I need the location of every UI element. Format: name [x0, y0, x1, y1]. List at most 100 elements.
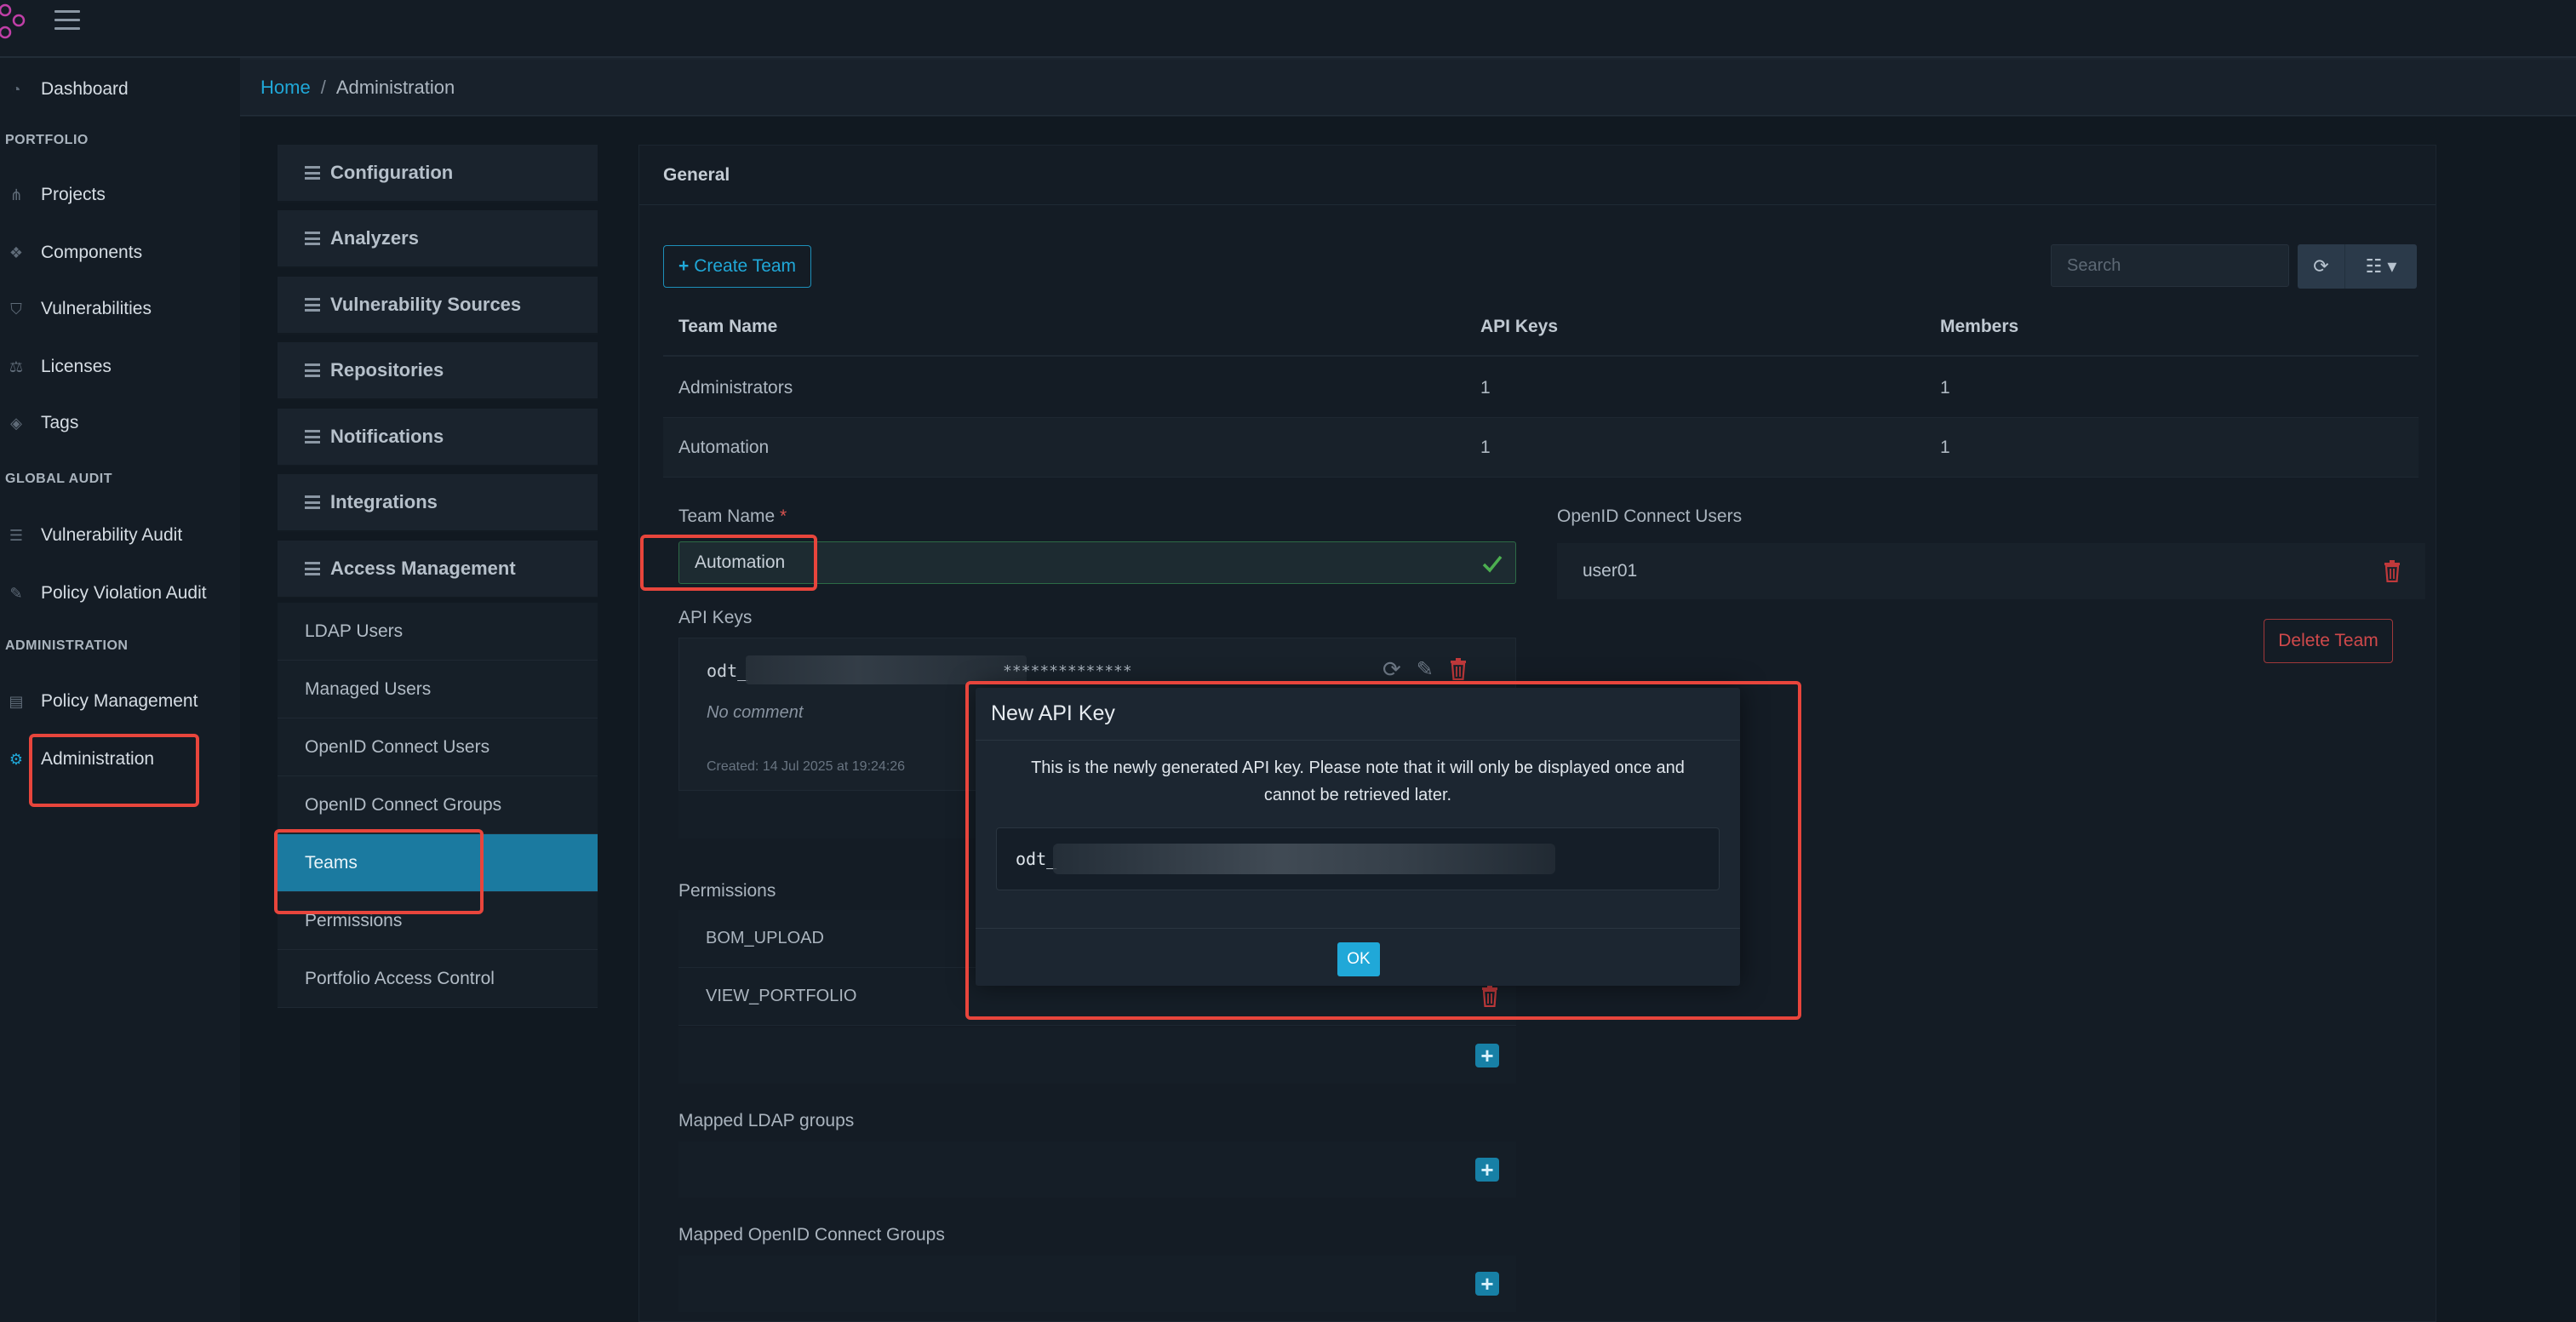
admin-menu-label: Configuration — [330, 162, 454, 183]
oidc-user-name: user01 — [1583, 561, 1638, 581]
trash-icon[interactable] — [1449, 658, 1468, 680]
admin-menu-portfolio-access-control[interactable]: Portfolio Access Control — [278, 950, 598, 1008]
gavel-icon: ✎ — [9, 584, 23, 602]
hamburger-menu-icon[interactable] — [54, 10, 80, 32]
admin-menu-openid-connect-groups[interactable]: OpenID Connect Groups — [278, 776, 598, 834]
permissions-add-row: + — [678, 1027, 1516, 1084]
members-cell: 1 — [1940, 437, 1950, 457]
sidebar-item-vulnerabilities[interactable]: ⛉ Vulnerabilities — [0, 288, 240, 330]
sidebar-item-policy-violation-audit[interactable]: ✎ Policy Violation Audit — [0, 572, 240, 615]
admin-menu-integrations[interactable]: Integrations — [278, 474, 598, 532]
column-members[interactable]: Members — [1940, 299, 2018, 355]
list-icon — [305, 495, 320, 509]
trash-icon[interactable] — [2383, 560, 2401, 582]
sidebar-item-label: Dashboard — [41, 79, 129, 99]
admin-menu-label: Repositories — [330, 359, 444, 381]
admin-menu-permissions[interactable]: Permissions — [278, 892, 598, 950]
admin-menu-configuration[interactable]: Configuration — [278, 145, 598, 203]
admin-menu-label: Integrations — [330, 491, 438, 512]
sidebar-item-label: Projects — [41, 185, 106, 204]
admin-menu-notifications[interactable]: Notifications — [278, 409, 598, 466]
column-api-keys[interactable]: API Keys — [1480, 299, 1558, 355]
sidebar-item-projects[interactable]: ⋔ Projects — [0, 174, 240, 216]
admin-menu-analyzers[interactable]: Analyzers — [278, 210, 598, 268]
refresh-icon[interactable]: ⟳ — [2298, 244, 2345, 289]
table-row[interactable]: Administrators 1 1 — [663, 358, 2419, 418]
new-api-key-modal: New API Key This is the newly generated … — [976, 688, 1740, 986]
breadcrumb-home-link[interactable]: Home — [260, 77, 311, 99]
search-input[interactable]: Search — [2051, 244, 2289, 287]
table-toolbar: ⟳ ☷ ▾ — [2298, 244, 2417, 289]
list-icon — [305, 430, 320, 444]
delete-team-button[interactable]: Delete Team — [2264, 619, 2393, 663]
sidebar-item-licenses[interactable]: ⚖ Licenses — [0, 346, 240, 388]
members-cell: 1 — [1940, 377, 1950, 398]
team-name-value: Automation — [695, 552, 786, 572]
sidebar-item-label: Vulnerability Audit — [41, 525, 183, 545]
admin-menu-ldap-users[interactable]: LDAP Users — [278, 603, 598, 661]
team-name-cell: Automation — [678, 437, 770, 457]
team-name-cell: Administrators — [678, 377, 793, 398]
cogs-icon: ⚙ — [9, 750, 24, 768]
generated-api-key-field[interactable]: odt_ — [996, 827, 1720, 890]
api-keys-cell: 1 — [1480, 437, 1491, 457]
permissions-label: Permissions — [678, 881, 776, 901]
api-keys-label: API Keys — [678, 608, 753, 627]
top-bar — [0, 0, 2576, 58]
sidebar-item-tags[interactable]: ◈ Tags — [0, 402, 240, 444]
api-key-created: Created: 14 Jul 2025 at 19:24:26 — [707, 759, 906, 774]
admin-menu-label: Access Management — [330, 558, 516, 579]
add-permission-button[interactable]: + — [1475, 1044, 1499, 1067]
table-row[interactable]: Automation 1 1 — [663, 418, 2419, 478]
list-alt-icon: ▤ — [9, 692, 24, 710]
list-icon — [305, 363, 320, 377]
modal-title: New API Key — [976, 688, 1740, 741]
admin-menu-openid-connect-users[interactable]: OpenID Connect Users — [278, 718, 598, 776]
columns-toggle-icon[interactable]: ☷ ▾ — [2345, 244, 2417, 289]
edit-icon[interactable]: ✎ — [1417, 657, 1434, 682]
permission-name: VIEW_PORTFOLIO — [706, 987, 857, 1005]
api-key-comment[interactable]: No comment — [707, 703, 803, 723]
sidebar-item-label: Administration — [41, 749, 155, 769]
redacted-key-blur — [1053, 844, 1555, 874]
plus-icon: + — [678, 256, 690, 276]
ok-button[interactable]: OK — [1337, 942, 1380, 976]
admin-menu-managed-users[interactable]: Managed Users — [278, 661, 598, 718]
required-mark: * — [780, 506, 787, 526]
team-name-label-text: Team Name — [678, 506, 776, 526]
cubes-icon: ❖ — [9, 243, 24, 261]
mapped-ldap-add-row: + — [678, 1142, 1516, 1198]
column-team-name[interactable]: Team Name — [678, 299, 777, 355]
sidebar-item-components[interactable]: ❖ Components — [0, 232, 240, 274]
sidebar-item-label: Policy Violation Audit — [41, 583, 207, 603]
regenerate-icon[interactable]: ⟳ — [1382, 656, 1401, 683]
sidebar-item-policy-management[interactable]: ▤ Policy Management — [0, 680, 240, 723]
sidebar: ◔ Dashboard PORTFOLIO ⋔ Projects ❖ Compo… — [0, 58, 240, 1322]
list-icon — [305, 562, 320, 575]
card-title: General — [639, 146, 2436, 205]
team-name-input[interactable]: Automation — [678, 541, 1516, 584]
mapped-ldap-label: Mapped LDAP groups — [678, 1111, 855, 1130]
admin-menu-vulnerability-sources[interactable]: Vulnerability Sources — [278, 277, 598, 335]
sidebar-item-vulnerability-audit[interactable]: ☰ Vulnerability Audit — [0, 514, 240, 557]
api-key-prefix: odt_ — [707, 661, 748, 681]
create-team-button[interactable]: + Create Team — [663, 245, 811, 288]
add-oidc-group-button[interactable]: + — [1475, 1272, 1499, 1296]
admin-menu-label: Notifications — [330, 426, 444, 447]
admin-menu-access-management[interactable]: Access Management — [278, 541, 598, 598]
sidebar-item-label: Vulnerabilities — [41, 299, 152, 318]
breadcrumb-separator: / — [320, 76, 326, 98]
sidebar-section-administration: ADMINISTRATION — [5, 638, 129, 653]
add-ldap-group-button[interactable]: + — [1475, 1158, 1499, 1182]
sidebar-item-dashboard[interactable]: ◔ Dashboard — [0, 68, 240, 111]
app-logo-icon[interactable] — [0, 3, 32, 41]
api-keys-cell: 1 — [1480, 377, 1491, 398]
breadcrumb: Home / Administration — [240, 60, 2576, 116]
sidebar-item-label: Licenses — [41, 357, 112, 376]
sidebar-item-administration[interactable]: ⚙ Administration — [0, 738, 240, 781]
list-icon — [305, 232, 320, 245]
trash-icon[interactable] — [1480, 985, 1499, 1007]
admin-menu-repositories[interactable]: Repositories — [278, 342, 598, 400]
admin-menu-teams[interactable]: Teams — [278, 834, 598, 892]
check-icon — [1482, 555, 1503, 573]
